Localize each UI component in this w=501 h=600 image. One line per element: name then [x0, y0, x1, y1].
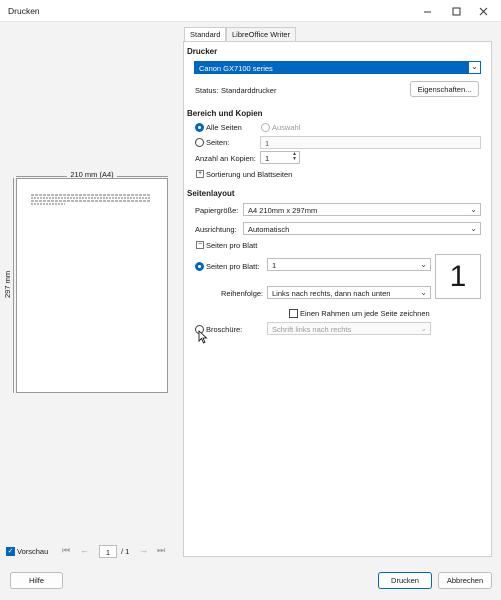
brochure-select[interactable]: Schrift links nach rechts ⌄ [267, 322, 431, 335]
printer-section-title: Drucker [187, 47, 218, 56]
printer-select-value: Canon GX7100 series [199, 64, 273, 73]
order-label: Reihenfolge: [221, 289, 264, 298]
pages-per-sheet-select[interactable]: 1 ⌄ [267, 258, 431, 271]
copies-value: 1 [265, 154, 270, 163]
pages-per-sheet-radio[interactable] [195, 262, 204, 271]
minimize-icon [423, 11, 431, 12]
show-preview-label: Vorschau [17, 547, 49, 556]
copies-input[interactable]: 1 ▲ ▼ [260, 151, 300, 164]
settings-panel [183, 41, 492, 557]
mouse-cursor-icon [198, 330, 208, 344]
next-page-icon[interactable]: → [139, 545, 148, 555]
first-page-icon[interactable]: ⏮ [62, 545, 70, 556]
page-number-input[interactable]: 1 [99, 545, 117, 558]
chevron-down-icon: ⌄ [420, 260, 427, 269]
paper-size-value: A4 210mm x 297mm [248, 206, 318, 215]
page-height-label: 297 mm [3, 268, 12, 300]
printer-select[interactable]: Canon GX7100 series ⌄ [194, 61, 481, 74]
preview-page [16, 178, 168, 393]
order-select[interactable]: Links nach rechts, dann nach unten ⌄ [267, 286, 431, 299]
brochure-label: Broschüre: [206, 325, 243, 334]
print-button[interactable]: Drucken [378, 572, 432, 589]
order-value: Links nach rechts, dann nach unten [272, 289, 391, 298]
range-section-title: Bereich und Kopien [187, 109, 263, 118]
all-pages-label: Alle Seiten [206, 123, 242, 132]
help-button[interactable]: Hilfe [10, 572, 63, 589]
chevron-down-icon: ⌄ [469, 62, 480, 73]
height-dimension-line [13, 178, 14, 393]
collation-expander-label[interactable]: Sortierung und Blattseiten [206, 170, 292, 179]
page-border-checkbox[interactable] [289, 309, 298, 318]
pages-per-sheet-label: Seiten pro Blatt: [206, 262, 260, 271]
collation-expander-icon[interactable]: + [196, 170, 204, 178]
chevron-down-icon: ⌄ [420, 288, 427, 297]
show-preview-checkbox[interactable]: ✓ [6, 547, 15, 556]
pages-radio[interactable] [195, 138, 204, 147]
brochure-value: Schrift links nach rechts [272, 325, 352, 334]
page-border-label: Einen Rahmen um jede Seite zeichnen [300, 309, 430, 318]
printer-status-value: Standarddrucker [221, 86, 277, 95]
close-icon [479, 7, 487, 15]
paper-size-label: Papiergröße: [195, 206, 239, 215]
last-page-icon[interactable]: ⏭ [157, 545, 165, 556]
tab-standard[interactable]: Standard [184, 27, 227, 41]
tab-libreoffice-writer[interactable]: LibreOffice Writer [226, 27, 297, 41]
chevron-down-icon: ⌄ [470, 205, 477, 214]
chevron-down-icon: ⌄ [470, 224, 477, 233]
orientation-label: Ausrichtung: [195, 225, 237, 234]
paper-size-select[interactable]: A4 210mm x 297mm ⌄ [243, 203, 481, 216]
title-bar: Drucken [0, 0, 501, 22]
all-pages-radio[interactable] [195, 123, 204, 132]
previous-page-icon[interactable]: ← [80, 545, 89, 555]
maximize-icon [452, 7, 460, 15]
cancel-button[interactable]: Abbrechen [438, 572, 492, 589]
printer-properties-button[interactable]: Eigenschaften... [410, 81, 479, 97]
pages-per-sheet-expander-icon[interactable]: − [196, 241, 204, 249]
pages-per-sheet-preview: 1 [435, 254, 481, 299]
pages-per-sheet-value: 1 [272, 261, 277, 270]
preview-text-lines [31, 194, 151, 205]
orientation-value: Automatisch [248, 225, 290, 234]
pages-per-sheet-expander-label[interactable]: Seiten pro Blatt [206, 241, 257, 250]
close-button[interactable] [465, 0, 501, 22]
selection-label: Auswahl [272, 123, 301, 132]
pages-input[interactable]: 1 [260, 136, 481, 149]
selection-radio[interactable] [261, 123, 270, 132]
chevron-down-icon: ⌄ [420, 324, 427, 333]
layout-section-title: Seitenlayout [187, 189, 235, 198]
window-title: Drucken [8, 6, 40, 16]
page-total-label: / 1 [121, 547, 130, 556]
copies-label: Anzahl an Kopien: [195, 154, 256, 163]
printer-status-label: Status: [195, 86, 219, 95]
copies-spinner-icon[interactable]: ▲ ▼ [292, 152, 297, 162]
orientation-select[interactable]: Automatisch ⌄ [243, 222, 481, 235]
pages-label: Seiten: [206, 138, 230, 147]
